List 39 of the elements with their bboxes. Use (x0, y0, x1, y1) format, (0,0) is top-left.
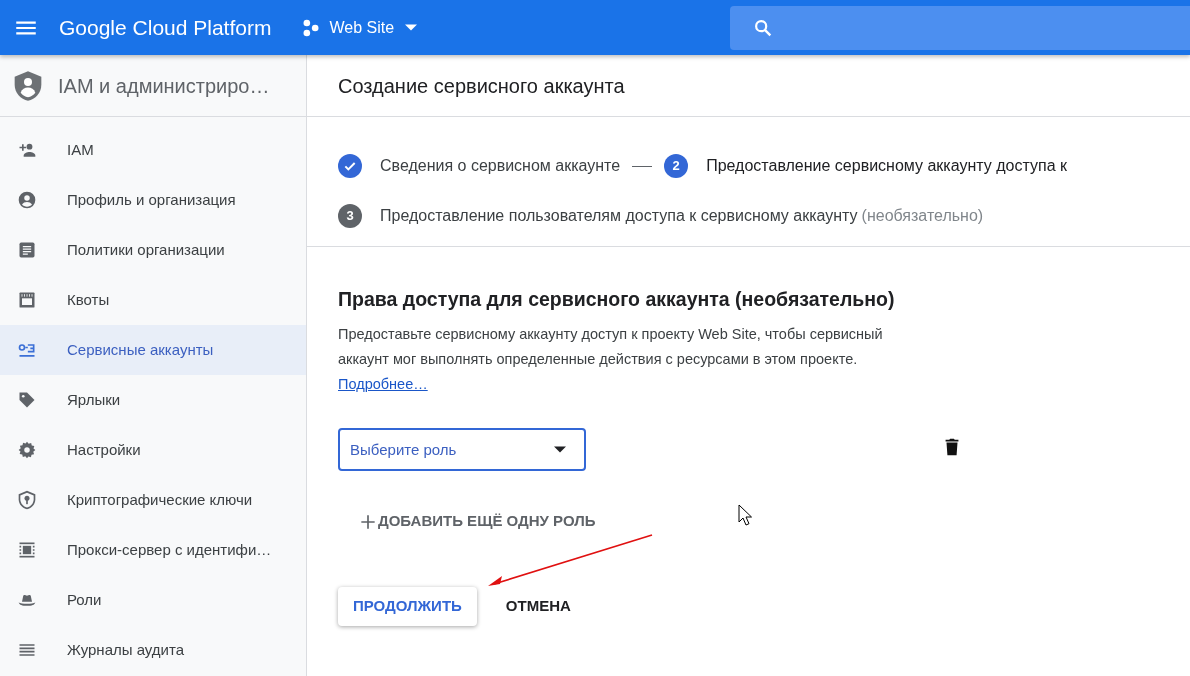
role-select[interactable]: Выберите роль (338, 428, 586, 472)
learn-more-link[interactable]: Подробнее… (338, 376, 428, 393)
step-note: (необязательно) (861, 206, 984, 226)
proxy-grid-icon (17, 540, 37, 560)
calendar-icon (17, 290, 37, 310)
sidebar-item[interactable]: Роли (0, 575, 306, 625)
sidebar-title: IAM и администриро… (58, 73, 270, 99)
project-selector[interactable]: Web Site (297, 11, 422, 44)
step-number: 3 (338, 204, 362, 228)
cursor-icon (738, 504, 752, 526)
sidebar-item[interactable]: Ярлыки (0, 375, 306, 425)
section-title: Права доступа для сервисного аккаунта (необязательно) (338, 287, 896, 312)
step-label: Предоставление сервисному аккаунту доступа к (706, 156, 1067, 176)
step-number: 2 (664, 154, 689, 178)
sidebar-item[interactable]: Журналы аудита (0, 625, 306, 675)
sidebar-item[interactable]: IAM (0, 125, 306, 175)
sidebar-item[interactable]: Сервисные аккаунты (0, 325, 306, 375)
continue-button[interactable]: ПРОДОЛЖИТЬ (338, 586, 477, 626)
cancel-button[interactable]: ОТМЕНА (490, 586, 586, 626)
shield-key-icon (17, 490, 37, 510)
page-title: Создание сервисного аккаунта (307, 55, 1190, 117)
add-role-button[interactable]: ДОБАВИТЬ ЕЩЁ ОДНУ РОЛЬ (354, 506, 600, 537)
search-field[interactable] (730, 5, 1190, 50)
caret-icon (554, 446, 566, 454)
sidebar-item[interactable]: Профиль и организация (0, 175, 306, 225)
sidebar-item[interactable]: Настройки (0, 425, 306, 475)
caret-icon (405, 24, 418, 31)
settings-icon (17, 440, 37, 460)
document-icon (17, 240, 37, 260)
description: Предоставьте сервисному аккаунту доступ к проекту Web Site, чтобы сервисный аккаунт мог выполнять определенные действия с ресурсами в этом проекте. (338, 325, 884, 370)
sidebar-item[interactable]: Политики организации (0, 225, 306, 275)
account-icon (17, 190, 37, 210)
step-label: Предоставление пользователям доступа к сервисному аккаунту (380, 206, 858, 226)
sidebar-item[interactable]: Криптографические ключи (0, 475, 306, 525)
sidebar-item[interactable]: Прокси-сервер с идентифи… (0, 525, 306, 575)
app-title: Google Cloud Platform (59, 14, 272, 41)
step-label: Сведения о сервисном аккаунте (380, 156, 621, 176)
sidebar-item[interactable]: Квоты (0, 275, 306, 325)
tag-icon (17, 390, 37, 410)
